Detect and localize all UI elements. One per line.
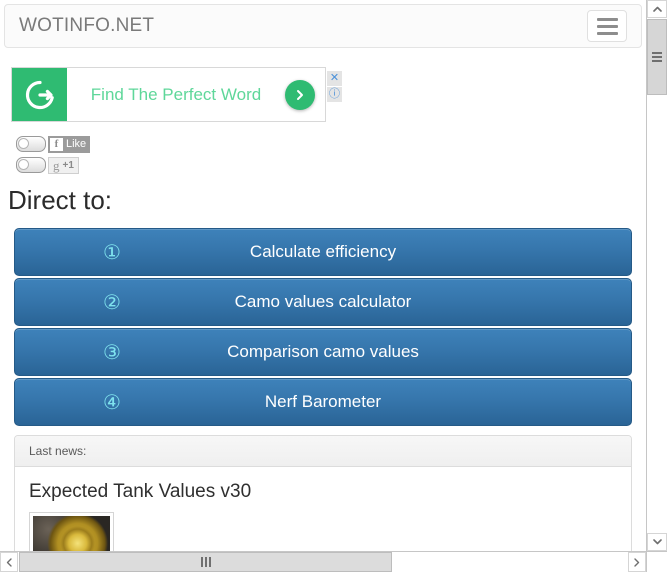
page-title: Direct to: xyxy=(8,185,113,215)
direct-button-label: Nerf Barometer xyxy=(264,392,382,411)
circled-number-1-icon: ① xyxy=(103,240,121,264)
news-thumbnail-image xyxy=(33,516,110,551)
chevron-left-icon[interactable] xyxy=(0,552,18,572)
ad-info-icon[interactable]: ⓘ xyxy=(327,87,342,102)
google-plusone-button[interactable]: g +1 xyxy=(48,156,79,174)
browser-viewport: WOTINFO.NET Find The Perfect Word ✕ ⓘ f … xyxy=(0,0,646,551)
last-news-header: Last news: xyxy=(15,436,631,467)
grip-lines-icon xyxy=(652,52,662,62)
grip-lines-vertical-icon xyxy=(200,557,211,567)
grammarly-g-icon xyxy=(12,68,67,121)
direct-button-nerf-barometer[interactable]: ④ Nerf Barometer xyxy=(14,378,632,426)
circled-number-4-icon: ④ xyxy=(103,390,121,414)
facebook-f-icon: f xyxy=(50,137,63,151)
google-plusone-label: +1 xyxy=(62,159,74,171)
circled-number-3-icon: ③ xyxy=(103,340,121,364)
hamburger-bar xyxy=(596,24,618,28)
circled-number-2-icon: ② xyxy=(103,290,121,314)
facebook-like-button[interactable]: f Like xyxy=(48,135,91,153)
google-plusone-row: g +1 xyxy=(16,155,216,175)
chevron-right-icon[interactable] xyxy=(285,79,315,110)
scrollbar-corner xyxy=(646,551,667,572)
direct-button-label: Comparison camo values xyxy=(227,342,419,361)
vertical-scrollbar[interactable] xyxy=(646,0,667,551)
close-x-icon[interactable]: ✕ xyxy=(327,71,342,86)
site-navbar: WOTINFO.NET xyxy=(4,4,642,48)
horizontal-scrollbar[interactable] xyxy=(0,551,646,572)
social-buttons: f Like g +1 xyxy=(16,134,216,175)
horizontal-scrollbar-thumb[interactable] xyxy=(19,552,392,572)
hamburger-bar xyxy=(596,31,618,35)
toggle-switch-icon[interactable] xyxy=(16,136,46,152)
hamburger-menu-icon[interactable] xyxy=(587,10,627,42)
last-news-body: Expected Tank Values v30 xyxy=(15,467,631,551)
direct-button-camo-values-calculator[interactable]: ② Camo values calculator xyxy=(14,278,632,326)
chevron-right-icon[interactable] xyxy=(628,552,646,572)
ad-controls: ✕ ⓘ xyxy=(327,71,342,102)
chevron-down-icon[interactable] xyxy=(647,533,667,551)
direct-button-comparison-camo-values[interactable]: ③ Comparison camo values xyxy=(14,328,632,376)
site-brand[interactable]: WOTINFO.NET xyxy=(19,15,154,37)
news-item-title[interactable]: Expected Tank Values v30 xyxy=(29,481,617,503)
facebook-like-label: Like xyxy=(66,138,87,150)
last-news-panel: Last news: Expected Tank Values v30 xyxy=(14,435,632,551)
direct-button-label: Calculate efficiency xyxy=(249,242,397,261)
hamburger-bar xyxy=(596,17,618,21)
ad-banner[interactable]: Find The Perfect Word xyxy=(11,67,326,122)
direct-links-list: ① Calculate efficiency ② Camo values cal… xyxy=(0,228,646,426)
direct-button-calculate-efficiency[interactable]: ① Calculate efficiency xyxy=(14,228,632,276)
chevron-up-icon[interactable] xyxy=(647,0,667,18)
direct-button-label: Camo values calculator xyxy=(234,292,412,311)
google-g-icon: g xyxy=(53,157,60,173)
vertical-scrollbar-thumb[interactable] xyxy=(647,19,667,95)
facebook-like-row: f Like xyxy=(16,134,216,154)
ad-headline: Find The Perfect Word xyxy=(90,84,262,104)
advertisement: Find The Perfect Word ✕ ⓘ xyxy=(11,67,342,126)
tank-sprocket-wheel-thumbnail[interactable] xyxy=(29,512,114,551)
toggle-switch-icon[interactable] xyxy=(16,157,46,173)
